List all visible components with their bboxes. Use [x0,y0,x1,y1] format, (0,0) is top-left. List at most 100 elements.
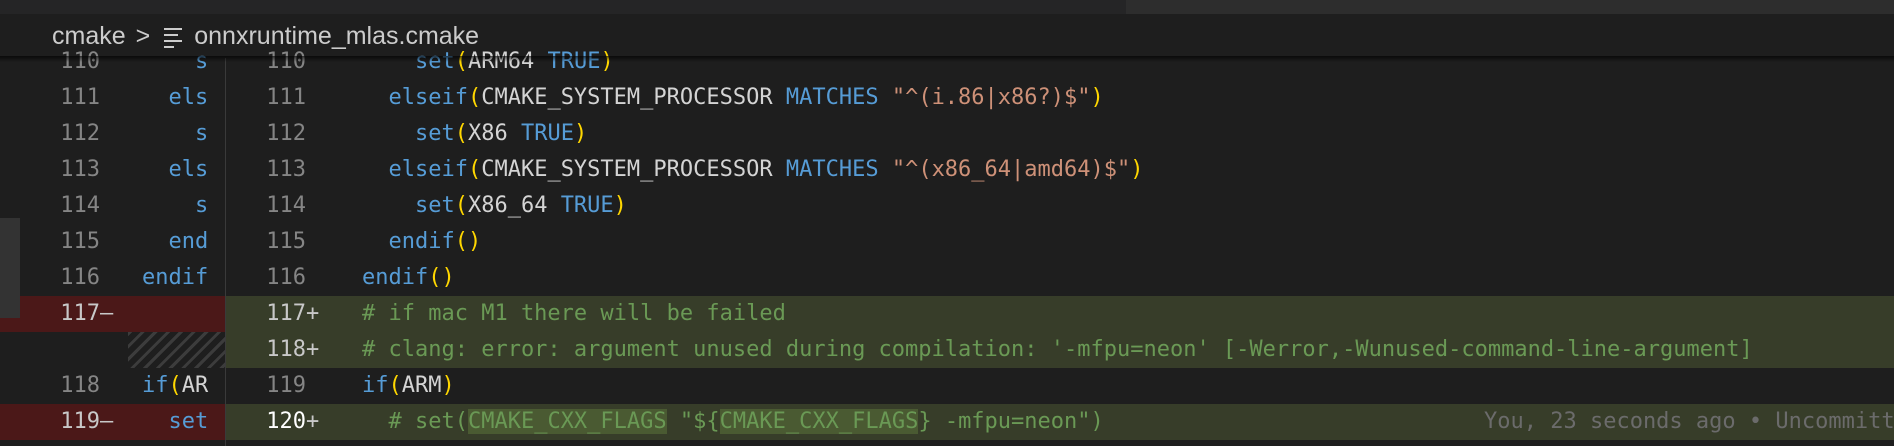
code-token: MATCHES [785,157,892,182]
modified-line[interactable]: 119 if(ARM) [226,368,1894,404]
diff-editor[interactable]: 110 s110 set(ARM64 TRUE)111 els111 elsei… [0,49,1894,446]
line-number: 111 [60,85,100,110]
diff-row: 116 endif 116 endif() [0,260,1894,296]
original-line[interactable]: 118 if(AR [0,368,226,404]
original-line[interactable] [0,332,226,368]
tab-strip-secondary [1126,0,1894,14]
code-text: # set(CMAKE_CXX_FLAGS "${CMAKE_CXX_FLAGS… [362,404,1104,440]
diff-row: 117— 117 + # if mac M1 there will be failed [0,296,1894,332]
line-number: 113 [266,157,306,182]
code-token: TRUE [520,121,574,146]
line-number: 116 [266,265,306,290]
code-token: "${ [666,409,720,434]
diff-row: 114 s 114 set(X86_64 TRUE) [0,188,1894,224]
code-token: MATCHES [785,85,892,110]
diff-rows: 110 s110 set(ARM64 TRUE)111 els111 elsei… [0,44,1894,440]
modified-line[interactable]: 112 set(X86 TRUE) [226,116,1894,152]
original-line[interactable]: 116 endif [0,260,226,296]
modified-line[interactable]: 117 + # if mac M1 there will be failed [226,296,1894,332]
modified-line[interactable]: 113 elseif(CMAKE_SYSTEM_PROCESSOR MATCHE… [226,152,1894,188]
diff-row: 113 els 113 elseif(CMAKE_SYSTEM_PROCESSOR… [0,152,1894,188]
code-text: elseif(CMAKE_SYSTEM_PROCESSOR MATCHES "^… [362,152,1144,188]
diff-row: 118 + # clang: error: argument unused duri… [0,332,1894,368]
line-number: 114 [266,193,306,218]
modified-line[interactable]: 111 elseif(CMAKE_SYSTEM_PROCESSOR MATCHE… [226,80,1894,116]
code-token: # clang: error: argument unused during c… [362,337,1753,362]
code-token: ) [613,193,627,218]
code-token: # if mac M1 there will be failed [362,301,786,326]
code-token: ) [441,373,455,398]
code-text: elseif(CMAKE_SYSTEM_PROCESSOR MATCHES "^… [362,80,1104,116]
modified-line[interactable]: 114 set(X86_64 TRUE) [226,188,1894,224]
modified-line[interactable]: 120 + # set(CMAKE_CXX_FLAGS "${CMAKE_CXX_… [226,404,1894,440]
diff-row: 110 s110 set(ARM64 TRUE) [0,44,1894,80]
line-number: 110 [0,44,100,80]
code-token: CMAKE_SYSTEM_PROCESSOR [481,85,786,110]
code-text: set [168,409,209,434]
inline-blame-annotation: You, 23 seconds ago • Uncommitted change… [1484,409,1894,434]
code-text: if(AR [142,373,209,398]
code-text: els [168,157,209,182]
code-token: ) [1090,85,1104,110]
modified-line[interactable]: 115 endif() [226,224,1894,260]
code-token: CMAKE_CXX_FLAGS [467,409,667,434]
code-token: ) [1130,157,1144,182]
code-text: endif() [362,260,455,296]
code-token: if [362,373,389,398]
code-text: endif() [362,224,481,260]
diff-row: 111 els 111 elseif(CMAKE_SYSTEM_PROCESSOR… [0,80,1894,116]
line-number: 119 [60,409,100,434]
original-line[interactable]: 117— [0,296,226,332]
original-line[interactable]: 110 s [0,44,226,80]
line-number: 119 [266,373,306,398]
code-token: ( [454,121,468,146]
code-text: els [168,85,209,110]
inserted-marker: + [306,301,320,326]
code-token: ) [573,121,588,146]
code-token: ( [388,373,402,398]
code-token: endif [362,265,429,290]
diff-row: 115 end 115 endif() [0,224,1894,260]
code-token: CMAKE_CXX_FLAGS [719,409,919,434]
tab-strip [0,0,1126,14]
modified-line[interactable]: 116 endif() [226,260,1894,296]
code-token: () [428,265,455,290]
original-line[interactable]: 111 els [0,80,226,116]
line-number: 111 [266,85,306,110]
code-token: ( [467,157,482,182]
line-number: 112 [266,121,306,146]
code-token: elseif [362,157,468,182]
original-line[interactable]: 113 els [0,152,226,188]
original-line[interactable]: 119— set [0,404,226,440]
code-text: set(X86_64 TRUE) [362,188,627,224]
code-token: TRUE [560,193,614,218]
code-token: endif [362,229,455,254]
inserted-marker: + [306,409,320,434]
code-token: } -mfpu=neon") [918,409,1104,434]
modified-line[interactable]: 110 set(ARM64 TRUE) [226,44,1894,80]
line-number: 115 [266,229,306,254]
modified-line[interactable]: 118 + # clang: error: argument unused duri… [226,332,1894,368]
diff-filler [128,332,226,368]
line-number: 120 [266,409,306,434]
original-line[interactable]: 112 s [0,116,226,152]
code-token: elseif [362,85,468,110]
line-number: 118 [266,337,306,362]
code-text: set(ARM64 TRUE) [362,44,614,80]
code-text: s [194,193,209,218]
diff-row: 118 if(AR 119 if(ARM) [0,368,1894,404]
diff-row: 119— set 120 + # set(CMAKE_CXX_FLAGS "${CM… [0,404,1894,440]
code-text: s [142,44,208,80]
code-token: set [362,121,455,146]
scroll-shadow [0,56,1894,62]
line-number [0,332,100,368]
diff-split-divider[interactable] [225,58,226,446]
original-line[interactable]: 115 end [0,224,226,260]
code-text: if(ARM) [362,368,455,404]
line-number: 113 [60,157,100,182]
diff-row: 112 s 112 set(X86 TRUE) [0,116,1894,152]
code-text: end [168,229,209,254]
code-token: ( [454,193,468,218]
code-token: X86_64 [467,193,561,218]
original-line[interactable]: 114 s [0,188,226,224]
